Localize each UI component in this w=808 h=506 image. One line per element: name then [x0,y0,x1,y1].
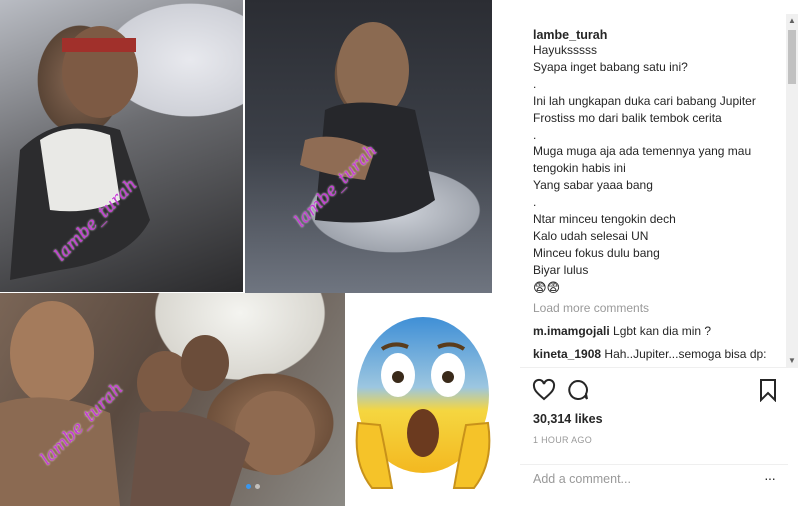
comment-text: Lgbt kan dia min ? [613,323,712,338]
caption-line: Hayuksssss [533,43,598,57]
comments-list: m.imamgojali Lgbt kan dia min ? kineta_19… [533,324,782,361]
scroll-down-arrow-icon[interactable]: ▼ [786,356,798,366]
post-media[interactable]: lambe_turah lambe_turah lambe_turah [0,0,520,506]
caption-username[interactable]: lambe_turah [533,28,782,42]
action-bar [532,378,780,404]
carousel-dot-active [246,484,251,489]
post-timestamp: 1 HOUR AGO [533,435,593,445]
heart-icon[interactable] [532,378,556,402]
divider [520,464,788,465]
comment-username[interactable]: m.imamgojali [533,324,610,338]
comment-bubble-icon[interactable] [566,378,590,402]
likes-label: likes [574,412,603,426]
scrollbar-thumb[interactable] [788,30,796,84]
collage-photo-3 [0,293,345,506]
caption-line: Yang sabar yaaa bang [533,178,653,193]
likes-count[interactable]: 30,314 likes [533,412,603,426]
screaming-face-emoji-icon [355,317,491,489]
likes-number: 30,314 [533,412,572,426]
caption-line: . [533,195,537,210]
comment-username[interactable]: kineta_1908 [533,347,601,361]
caption-line: Biyar lulus [533,262,589,277]
caption-line: Muga muga aja ada temennya yang mau [533,144,752,159]
photo-3-figure [0,301,315,506]
comment-text: Hah..Jupiter...semoga bisa dp: [604,346,767,361]
caption-line: Frostiss mo dari balik tembok cerita [533,110,722,125]
divider [520,367,788,368]
comments-section: lambe_turah Hayuksssss Syapa inget babang… [520,14,782,366]
add-comment-input[interactable] [533,472,733,486]
post-details-panel: lambe_turah Hayuksssss Syapa inget babang… [520,14,808,506]
caption-emojis: 😨😨 [533,279,561,295]
carousel-dot [255,484,260,489]
comment-row: kineta_1908 Hah..Jupiter...semoga bisa d… [533,347,782,361]
caption-line: Syapa inget babang satu ini? [533,59,688,74]
caption-line: Ini lah ungkapan duka cari babang Jupite… [533,93,756,108]
caption-text: Hayuksssss Syapa inget babang satu ini?. I… [533,42,782,279]
photo-1-figure [10,26,150,280]
caption-line: . [533,127,537,142]
comment-row: m.imamgojali Lgbt kan dia min ? [533,324,782,338]
caption-line: Minceu fokus dulu bang [533,245,660,260]
comments-scrollbar[interactable]: ▲ ▼ [786,14,798,368]
caption-line: tengokin habis ini [533,161,626,176]
carousel-indicator [246,484,260,489]
caption-line: Kalo udah selesai UN [533,228,649,243]
collage-photo-1 [0,0,243,292]
caption-line: Ntar minceu tengokin dech [533,212,676,227]
more-options-icon[interactable]: ··· [764,470,776,486]
scroll-up-arrow-icon[interactable]: ▲ [786,16,798,26]
bookmark-icon[interactable] [756,378,780,403]
load-more-comments-link[interactable]: Load more comments [533,301,782,315]
caption-line: . [533,76,537,91]
